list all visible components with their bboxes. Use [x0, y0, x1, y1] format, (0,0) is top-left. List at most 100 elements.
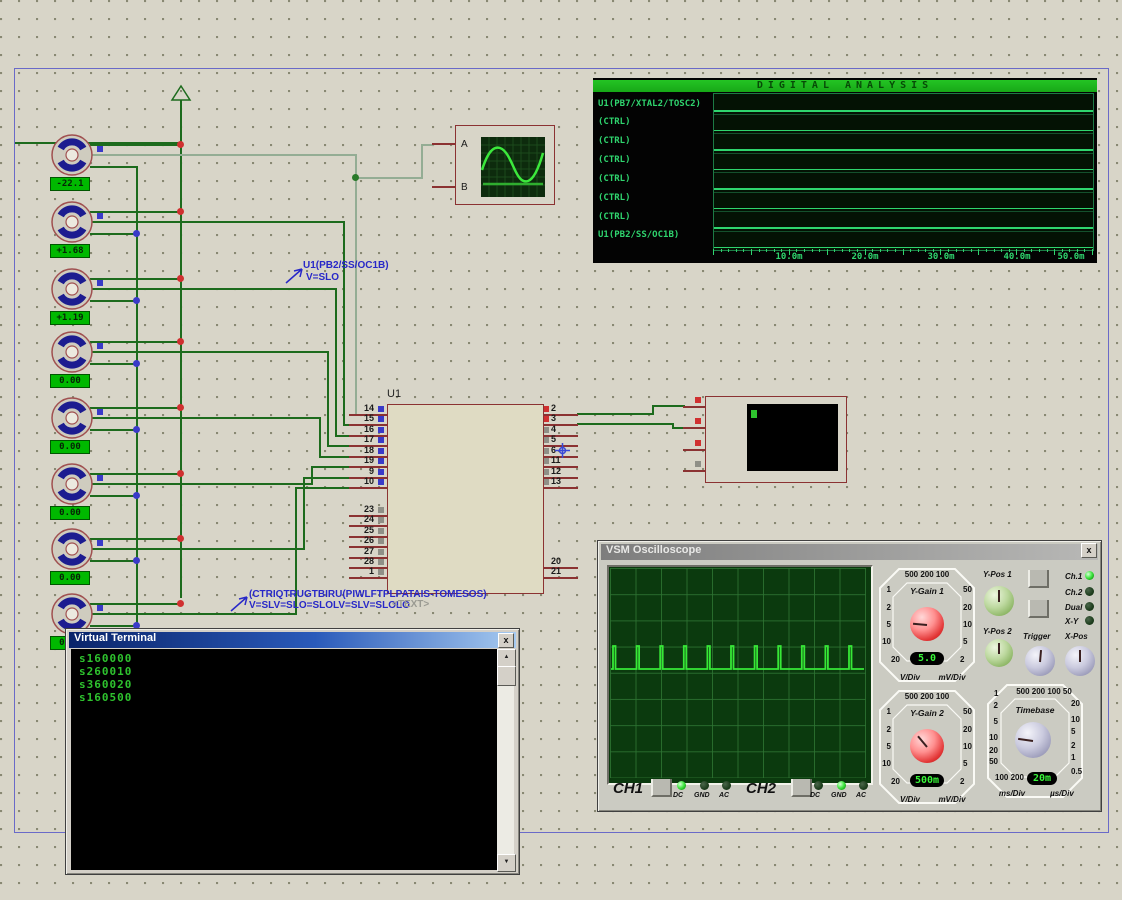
pin-state-square [97, 409, 103, 415]
channel-divider [714, 153, 1093, 154]
scroll-down-icon[interactable]: ▼ [497, 854, 516, 872]
virtual-terminal-titlebar[interactable]: Virtual Terminal [69, 632, 516, 648]
scroll-up-icon[interactable]: ▲ [497, 649, 516, 667]
oscilloscope-titlebar[interactable]: VSM Oscilloscope [601, 544, 1098, 560]
wire [92, 221, 345, 223]
digital-analysis-title: DIGITAL ANALYSIS [593, 80, 1097, 92]
value-readout: 500m [910, 774, 944, 787]
close-icon[interactable]: x [1081, 543, 1097, 558]
pin-state-square [378, 517, 384, 523]
mode-button-dual[interactable] [1028, 600, 1049, 618]
pin-state-square [695, 418, 701, 424]
ch1-gnd-label: GND [694, 792, 710, 799]
terminal-line: s260010 [79, 665, 132, 678]
scale-left: 10 [879, 759, 891, 768]
rotary-encoder[interactable] [50, 527, 94, 571]
knob-pointer [1018, 738, 1033, 742]
logic-trace [714, 208, 1093, 210]
pin-number: 23 [347, 504, 374, 514]
ch2-coupling-button[interactable] [791, 779, 812, 797]
digital-analysis-plot [713, 93, 1094, 251]
axis-tick [743, 249, 744, 252]
junction-dot [177, 338, 184, 345]
trigger-knob[interactable] [1025, 646, 1055, 676]
axis-tick [759, 249, 760, 252]
timebase-knob[interactable] [1015, 722, 1051, 758]
power-terminal-icon[interactable] [170, 84, 194, 104]
axis-tick-label: 50.0m [1049, 252, 1093, 262]
ypos1-knob[interactable] [984, 586, 1014, 616]
wire [319, 418, 321, 458]
rotary-encoder[interactable] [50, 396, 94, 440]
control-panel-gain2: 500 200 100Y-Gain 2125105020105202500mV/… [877, 689, 977, 809]
text-placeholder: <TEXT> [392, 599, 429, 610]
unit-left: ms/Div [989, 789, 1035, 798]
mcu-u1[interactable] [387, 404, 544, 594]
pin-number: 21 [551, 566, 561, 576]
axis-tick-label: 40.0m [995, 252, 1039, 262]
scale-left: 10 [879, 637, 891, 646]
ch2-ac-led [859, 781, 868, 790]
junction-dot [133, 426, 140, 433]
gain-knob[interactable] [910, 729, 944, 763]
channel-label: (CTRL) [598, 136, 631, 146]
rotary-encoder[interactable] [50, 330, 94, 374]
wire [90, 300, 137, 302]
junction-dot [177, 470, 184, 477]
unit-left: V/Div [887, 795, 933, 804]
gain-knob[interactable] [910, 607, 944, 641]
terminal-line: s160000 [79, 652, 132, 665]
scale-left: 5 [879, 620, 891, 629]
close-icon[interactable]: x [498, 633, 514, 648]
mode-dual-led [1085, 602, 1094, 611]
terminal-line: s360020 [79, 678, 132, 691]
pin-stub [542, 424, 578, 426]
probe2-value: V=SLV=SLO=SLOLV=SLV=SLOLO [249, 600, 410, 612]
wire [303, 477, 349, 479]
pin-number: 28 [347, 556, 374, 566]
mode-ch2-led [1085, 587, 1094, 596]
scroll-thumb[interactable] [497, 666, 516, 686]
pin-state-square [695, 440, 701, 446]
mode-button-ch[interactable] [1028, 570, 1049, 588]
channel-label: (CTRL) [598, 155, 631, 165]
xpos-knob[interactable] [1065, 646, 1095, 676]
axis-tick-label: 10.0m [767, 252, 811, 262]
channel-divider [714, 133, 1093, 134]
ch1-dc-label: DC [673, 792, 683, 799]
wire [652, 405, 685, 407]
wire [327, 445, 349, 447]
panel-name: Timebase [985, 705, 1085, 715]
virtual-terminal-window[interactable]: Virtual Terminal x s160000s260010s360020… [65, 628, 520, 875]
wire [90, 144, 181, 146]
junction-dot [177, 208, 184, 215]
channel-label: (CTRL) [598, 117, 631, 127]
scale-top: 500 200 100 [877, 570, 977, 579]
pin-state-square [378, 569, 384, 575]
pin-state-square [378, 448, 384, 454]
axis-tick [887, 249, 888, 252]
wire [90, 211, 181, 213]
scrollbar[interactable]: ▲ ▼ [497, 649, 514, 870]
digital-analysis-window[interactable]: DIGITAL ANALYSIS U1(PB7/XTAL2/TOSC2)(CTR… [593, 78, 1097, 263]
rotary-encoder[interactable] [50, 462, 94, 506]
scale-corner-left: 100 200 [995, 773, 1024, 782]
rotary-encoder[interactable] [50, 267, 94, 311]
wire [311, 466, 349, 468]
rotary-encoder[interactable] [50, 200, 94, 244]
ch1-dc-led [677, 781, 686, 790]
rotary-encoder[interactable] [50, 133, 94, 177]
axis-tick [903, 249, 904, 255]
scale-corner-left: 20 [891, 777, 900, 786]
pin-number: 19 [347, 455, 374, 465]
ch1-coupling-button[interactable] [651, 779, 672, 797]
pin-state-square [97, 475, 103, 481]
ypos2-knob[interactable] [985, 639, 1013, 667]
proteus-canvas: -22.1+1.68+1.190.000.000.000.000.0014PB0… [0, 0, 1122, 900]
terminal-output[interactable]: s160000s260010s360020s160500 [71, 649, 497, 870]
mode-ch1-label: Ch.1 [1065, 572, 1082, 581]
wire [343, 222, 345, 426]
axis-tick [728, 249, 729, 252]
channel-label: (CTRL) [598, 212, 631, 222]
oscilloscope-window[interactable]: VSM Oscilloscope x 500 200 100Y-Gain 112… [597, 540, 1102, 812]
